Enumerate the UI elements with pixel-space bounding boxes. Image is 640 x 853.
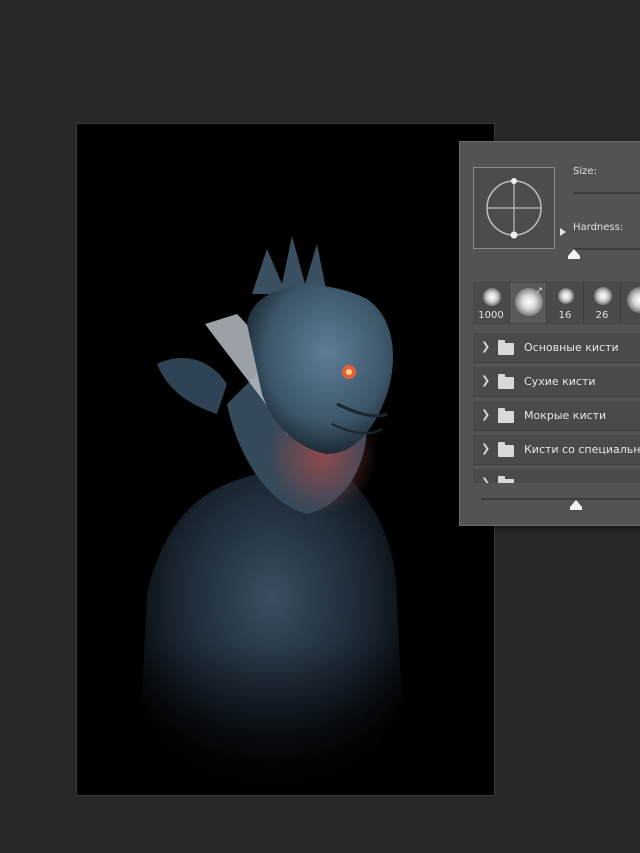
brush-folder[interactable]: ❯ — [473, 469, 640, 483]
brush-preset[interactable]: 16 — [547, 283, 584, 323]
chevron-right-icon[interactable]: ❯ — [481, 442, 490, 455]
document-canvas[interactable] — [76, 123, 495, 796]
hardness-label: Hardness: — [573, 222, 624, 233]
brush-folder[interactable]: ❯ Сухие кисти — [473, 367, 640, 397]
creature-artwork — [77, 236, 494, 795]
brush-folder-name: Основные кисти — [524, 341, 619, 354]
chevron-right-icon[interactable]: ❯ — [481, 374, 490, 387]
preview-size-slider-thumb-base — [570, 507, 582, 510]
brush-folder-list: ❯ Основные кисти ❯ Сухие кисти ❯ Мокрые … — [473, 333, 640, 483]
folder-icon — [498, 374, 514, 389]
size-slider[interactable] — [573, 192, 640, 194]
brush-folder-name: Сухие кисти — [524, 375, 596, 388]
brush-folder-name: Кисти со специальны — [524, 443, 640, 456]
brush-angle-preview[interactable] — [473, 167, 566, 249]
pin-icon: ↗ — [535, 286, 543, 296]
brush-folder[interactable]: ❯ Мокрые кисти — [473, 401, 640, 431]
brush-folder[interactable]: ❯ Кисти со специальны — [473, 435, 640, 465]
brush-preset-size: 26 — [595, 310, 609, 321]
brush-preset[interactable]: 26 — [584, 283, 621, 323]
hardness-slider-thumb-base — [568, 256, 580, 259]
size-label: Size: — [573, 166, 597, 177]
chevron-right-icon[interactable]: ❯ — [481, 340, 490, 353]
folder-icon — [498, 442, 514, 457]
brush-preset[interactable]: 1000 — [473, 283, 510, 323]
hardness-slider-thumb[interactable] — [568, 249, 580, 256]
preview-size-slider-thumb[interactable] — [570, 500, 582, 507]
rotate-arrow-icon[interactable] — [560, 228, 566, 236]
preview-size-slider[interactable] — [481, 498, 640, 500]
hardness-slider[interactable] — [573, 248, 640, 250]
chevron-right-icon[interactable]: ❯ — [481, 476, 490, 483]
brush-preset-panel: Size: Hardness: 1000 ↗ 16 26 ❯ Основные … — [459, 141, 640, 526]
brush-preset[interactable]: ↗ — [510, 283, 547, 323]
brush-folder[interactable]: ❯ Основные кисти — [473, 333, 640, 363]
chevron-right-icon[interactable]: ❯ — [481, 408, 490, 421]
brush-presets-strip: 1000 ↗ 16 26 — [473, 282, 640, 324]
brush-preset-size: 16 — [558, 310, 572, 321]
brush-preset-size: 1000 — [478, 310, 504, 321]
brush-tip-crosshair-icon — [486, 178, 542, 239]
brush-preset[interactable] — [621, 283, 640, 323]
folder-icon — [498, 340, 514, 355]
folder-icon — [498, 408, 514, 423]
folder-icon — [498, 476, 514, 483]
brush-folder-name: Мокрые кисти — [524, 409, 607, 422]
